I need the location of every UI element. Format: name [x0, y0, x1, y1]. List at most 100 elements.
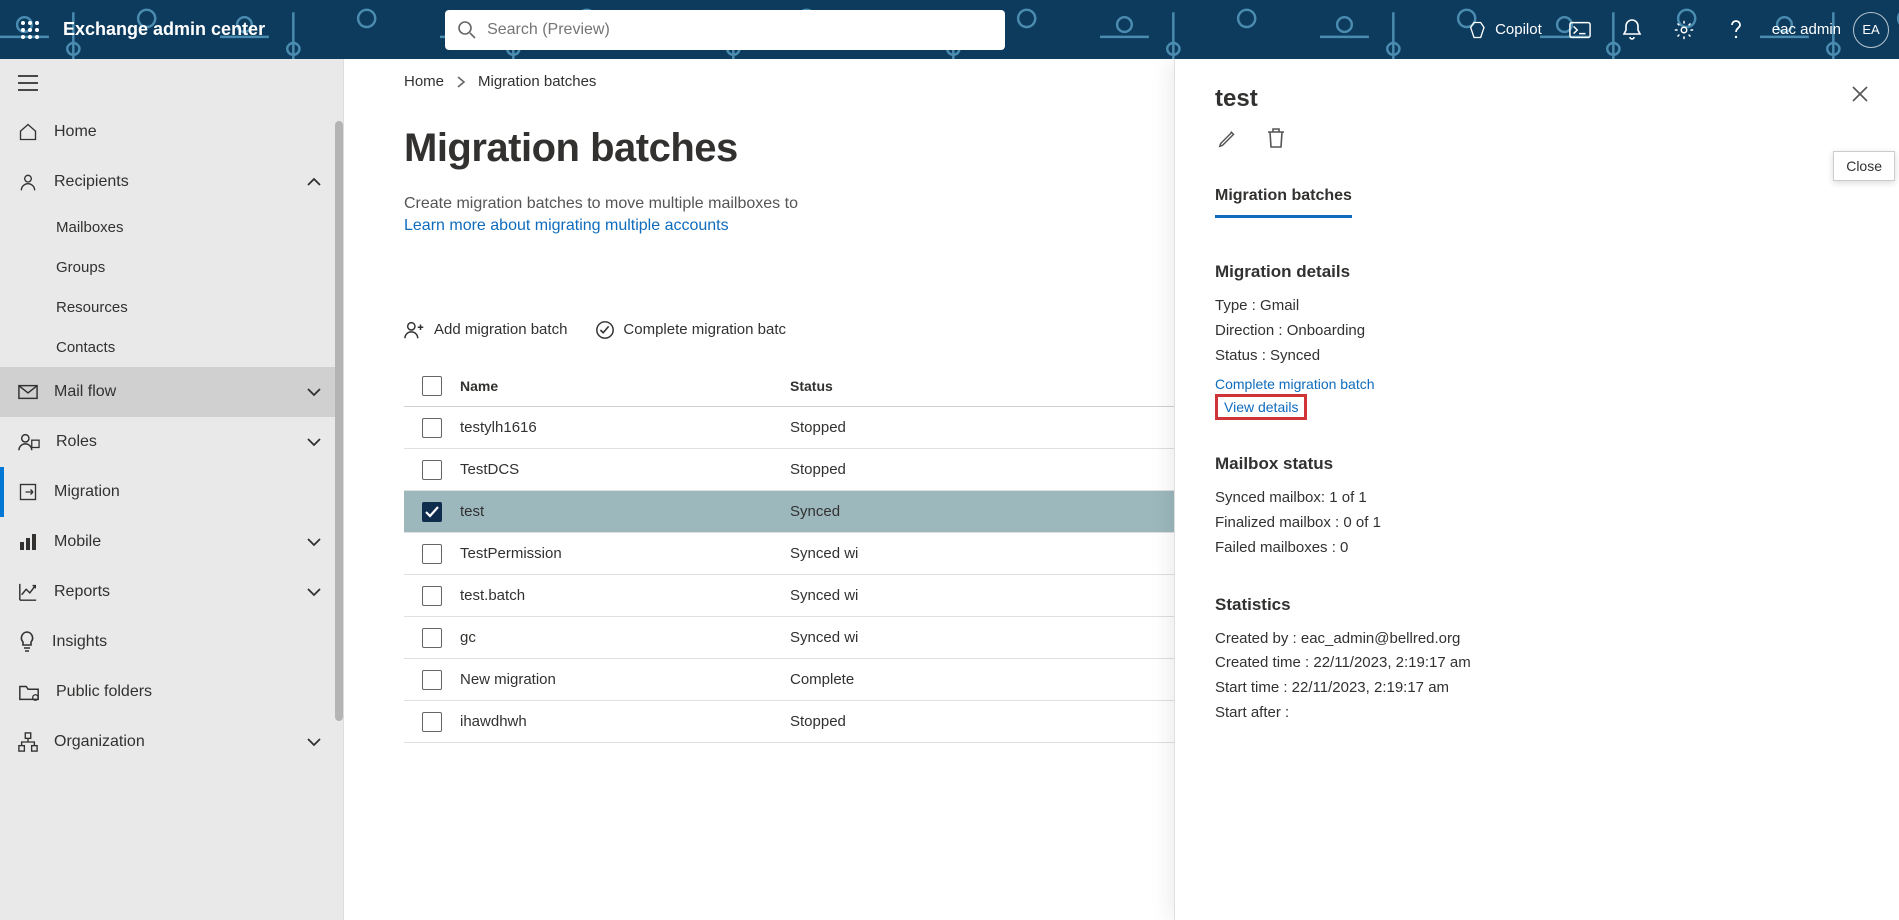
stat-created-time: Created time : 22/11/2023, 2:19:17 am: [1215, 651, 1859, 676]
chevron-up-icon: [307, 177, 321, 187]
chevron-down-icon: [307, 737, 321, 747]
stat-created-by: Created by : eac_admin@bellred.org: [1215, 627, 1859, 652]
row-checkbox[interactable]: [422, 670, 442, 690]
row-checkbox[interactable]: [422, 502, 442, 522]
add-migration-batch-label: Add migration batch: [434, 321, 567, 338]
nav-organization[interactable]: Organization: [0, 717, 343, 767]
panel-title: test: [1215, 85, 1859, 113]
help-icon[interactable]: [1712, 0, 1760, 59]
row-checkbox[interactable]: [422, 418, 442, 438]
row-name: New migration: [460, 671, 790, 688]
breadcrumb-home[interactable]: Home: [404, 73, 444, 90]
row-checkbox[interactable]: [422, 544, 442, 564]
main-content: Home Migration batches Migration batches…: [344, 59, 1899, 920]
column-header-name[interactable]: Name: [460, 378, 790, 394]
mailbox-synced: Synced mailbox: 1 of 1: [1215, 486, 1859, 511]
home-icon: [18, 122, 38, 142]
detail-type: Type : Gmail: [1215, 294, 1859, 319]
row-checkbox[interactable]: [422, 712, 442, 732]
nav-resources[interactable]: Resources: [0, 287, 343, 327]
view-details-link[interactable]: View details: [1215, 394, 1307, 420]
complete-migration-batch-button[interactable]: Complete migration batc: [595, 320, 786, 340]
close-panel-button[interactable]: [1851, 85, 1869, 103]
nav-roles[interactable]: Roles: [0, 417, 343, 467]
settings-icon[interactable]: [1660, 0, 1708, 59]
mobile-icon: [18, 532, 38, 552]
tab-migration-batches[interactable]: Migration batches: [1215, 187, 1352, 218]
complete-batch-link[interactable]: Complete migration batch: [1215, 376, 1859, 392]
nav-collapse-icon[interactable]: [0, 59, 343, 107]
nav-mailboxes[interactable]: Mailboxes: [0, 207, 343, 247]
nav-contacts[interactable]: Contacts: [0, 327, 343, 367]
row-checkbox[interactable]: [422, 628, 442, 648]
nav-mailflow-label: Mail flow: [54, 383, 291, 401]
complete-migration-batch-label: Complete migration batc: [623, 321, 786, 338]
nav-recipients[interactable]: Recipients: [0, 157, 343, 207]
reports-icon: [18, 582, 38, 602]
account-avatar[interactable]: EA: [1853, 12, 1889, 48]
migration-icon: [18, 482, 38, 502]
search-icon: [457, 20, 477, 40]
row-checkbox[interactable]: [422, 586, 442, 606]
close-icon: [1851, 85, 1869, 103]
bulb-icon: [18, 631, 36, 653]
statistics-heading: Statistics: [1215, 595, 1859, 615]
person-icon: [18, 172, 38, 192]
add-migration-batch-button[interactable]: Add migration batch: [404, 320, 567, 340]
row-name: gc: [460, 629, 790, 646]
select-all-checkbox[interactable]: [422, 376, 442, 396]
nav-insights[interactable]: Insights: [0, 617, 343, 667]
folder-icon: [18, 682, 40, 702]
nav-home[interactable]: Home: [0, 107, 343, 157]
people-add-icon: [404, 320, 426, 340]
close-tooltip: Close: [1833, 151, 1895, 181]
nav-home-label: Home: [54, 123, 343, 141]
stat-start-time: Start time : 22/11/2023, 2:19:17 am: [1215, 676, 1859, 701]
delete-button[interactable]: [1263, 125, 1289, 151]
trash-icon: [1266, 127, 1286, 149]
mailbox-failed: Failed mailboxes : 0: [1215, 536, 1859, 561]
app-launcher-icon[interactable]: [0, 20, 59, 40]
roles-icon: [18, 432, 40, 452]
nav-organization-label: Organization: [54, 733, 291, 751]
pencil-icon: [1217, 127, 1239, 149]
detail-status: Status : Synced: [1215, 344, 1859, 369]
nav-scrollbar[interactable]: [335, 121, 343, 721]
row-checkbox[interactable]: [422, 460, 442, 480]
breadcrumb-current: Migration batches: [478, 73, 596, 90]
check-circle-icon: [595, 320, 615, 340]
detail-direction: Direction : Onboarding: [1215, 319, 1859, 344]
cloud-shell-icon[interactable]: [1556, 0, 1604, 59]
nav-migration-label: Migration: [54, 483, 343, 501]
notifications-icon[interactable]: [1608, 0, 1656, 59]
brand-title[interactable]: Exchange admin center: [59, 19, 265, 40]
copilot-icon: [1469, 20, 1489, 40]
search-input[interactable]: [487, 21, 993, 39]
nav-mailflow[interactable]: Mail flow: [0, 367, 343, 417]
row-name: testylh1616: [460, 419, 790, 436]
mailbox-finalized: Finalized mailbox : 0 of 1: [1215, 511, 1859, 536]
nav-public-folders[interactable]: Public folders: [0, 667, 343, 717]
chevron-down-icon: [307, 437, 321, 447]
row-name: test: [460, 503, 790, 520]
mail-icon: [18, 384, 38, 400]
copilot-button[interactable]: Copilot: [1459, 20, 1552, 40]
nav-public-folders-label: Public folders: [56, 683, 343, 701]
org-icon: [18, 732, 38, 752]
row-name: TestDCS: [460, 461, 790, 478]
nav-groups[interactable]: Groups: [0, 247, 343, 287]
global-search[interactable]: [445, 10, 1005, 50]
account-name[interactable]: eac admin: [1764, 21, 1849, 38]
nav-mobile[interactable]: Mobile: [0, 517, 343, 567]
nav-reports-label: Reports: [54, 583, 291, 601]
global-header: Exchange admin center Copilot eac admin …: [0, 0, 1899, 59]
stat-start-after: Start after :: [1215, 701, 1859, 726]
mailbox-status-heading: Mailbox status: [1215, 454, 1859, 474]
edit-button[interactable]: [1215, 125, 1241, 151]
chevron-down-icon: [307, 587, 321, 597]
copilot-label: Copilot: [1495, 21, 1542, 38]
chevron-down-icon: [307, 537, 321, 547]
nav-migration[interactable]: Migration: [0, 467, 343, 517]
nav-reports[interactable]: Reports: [0, 567, 343, 617]
nav-roles-label: Roles: [56, 433, 291, 451]
